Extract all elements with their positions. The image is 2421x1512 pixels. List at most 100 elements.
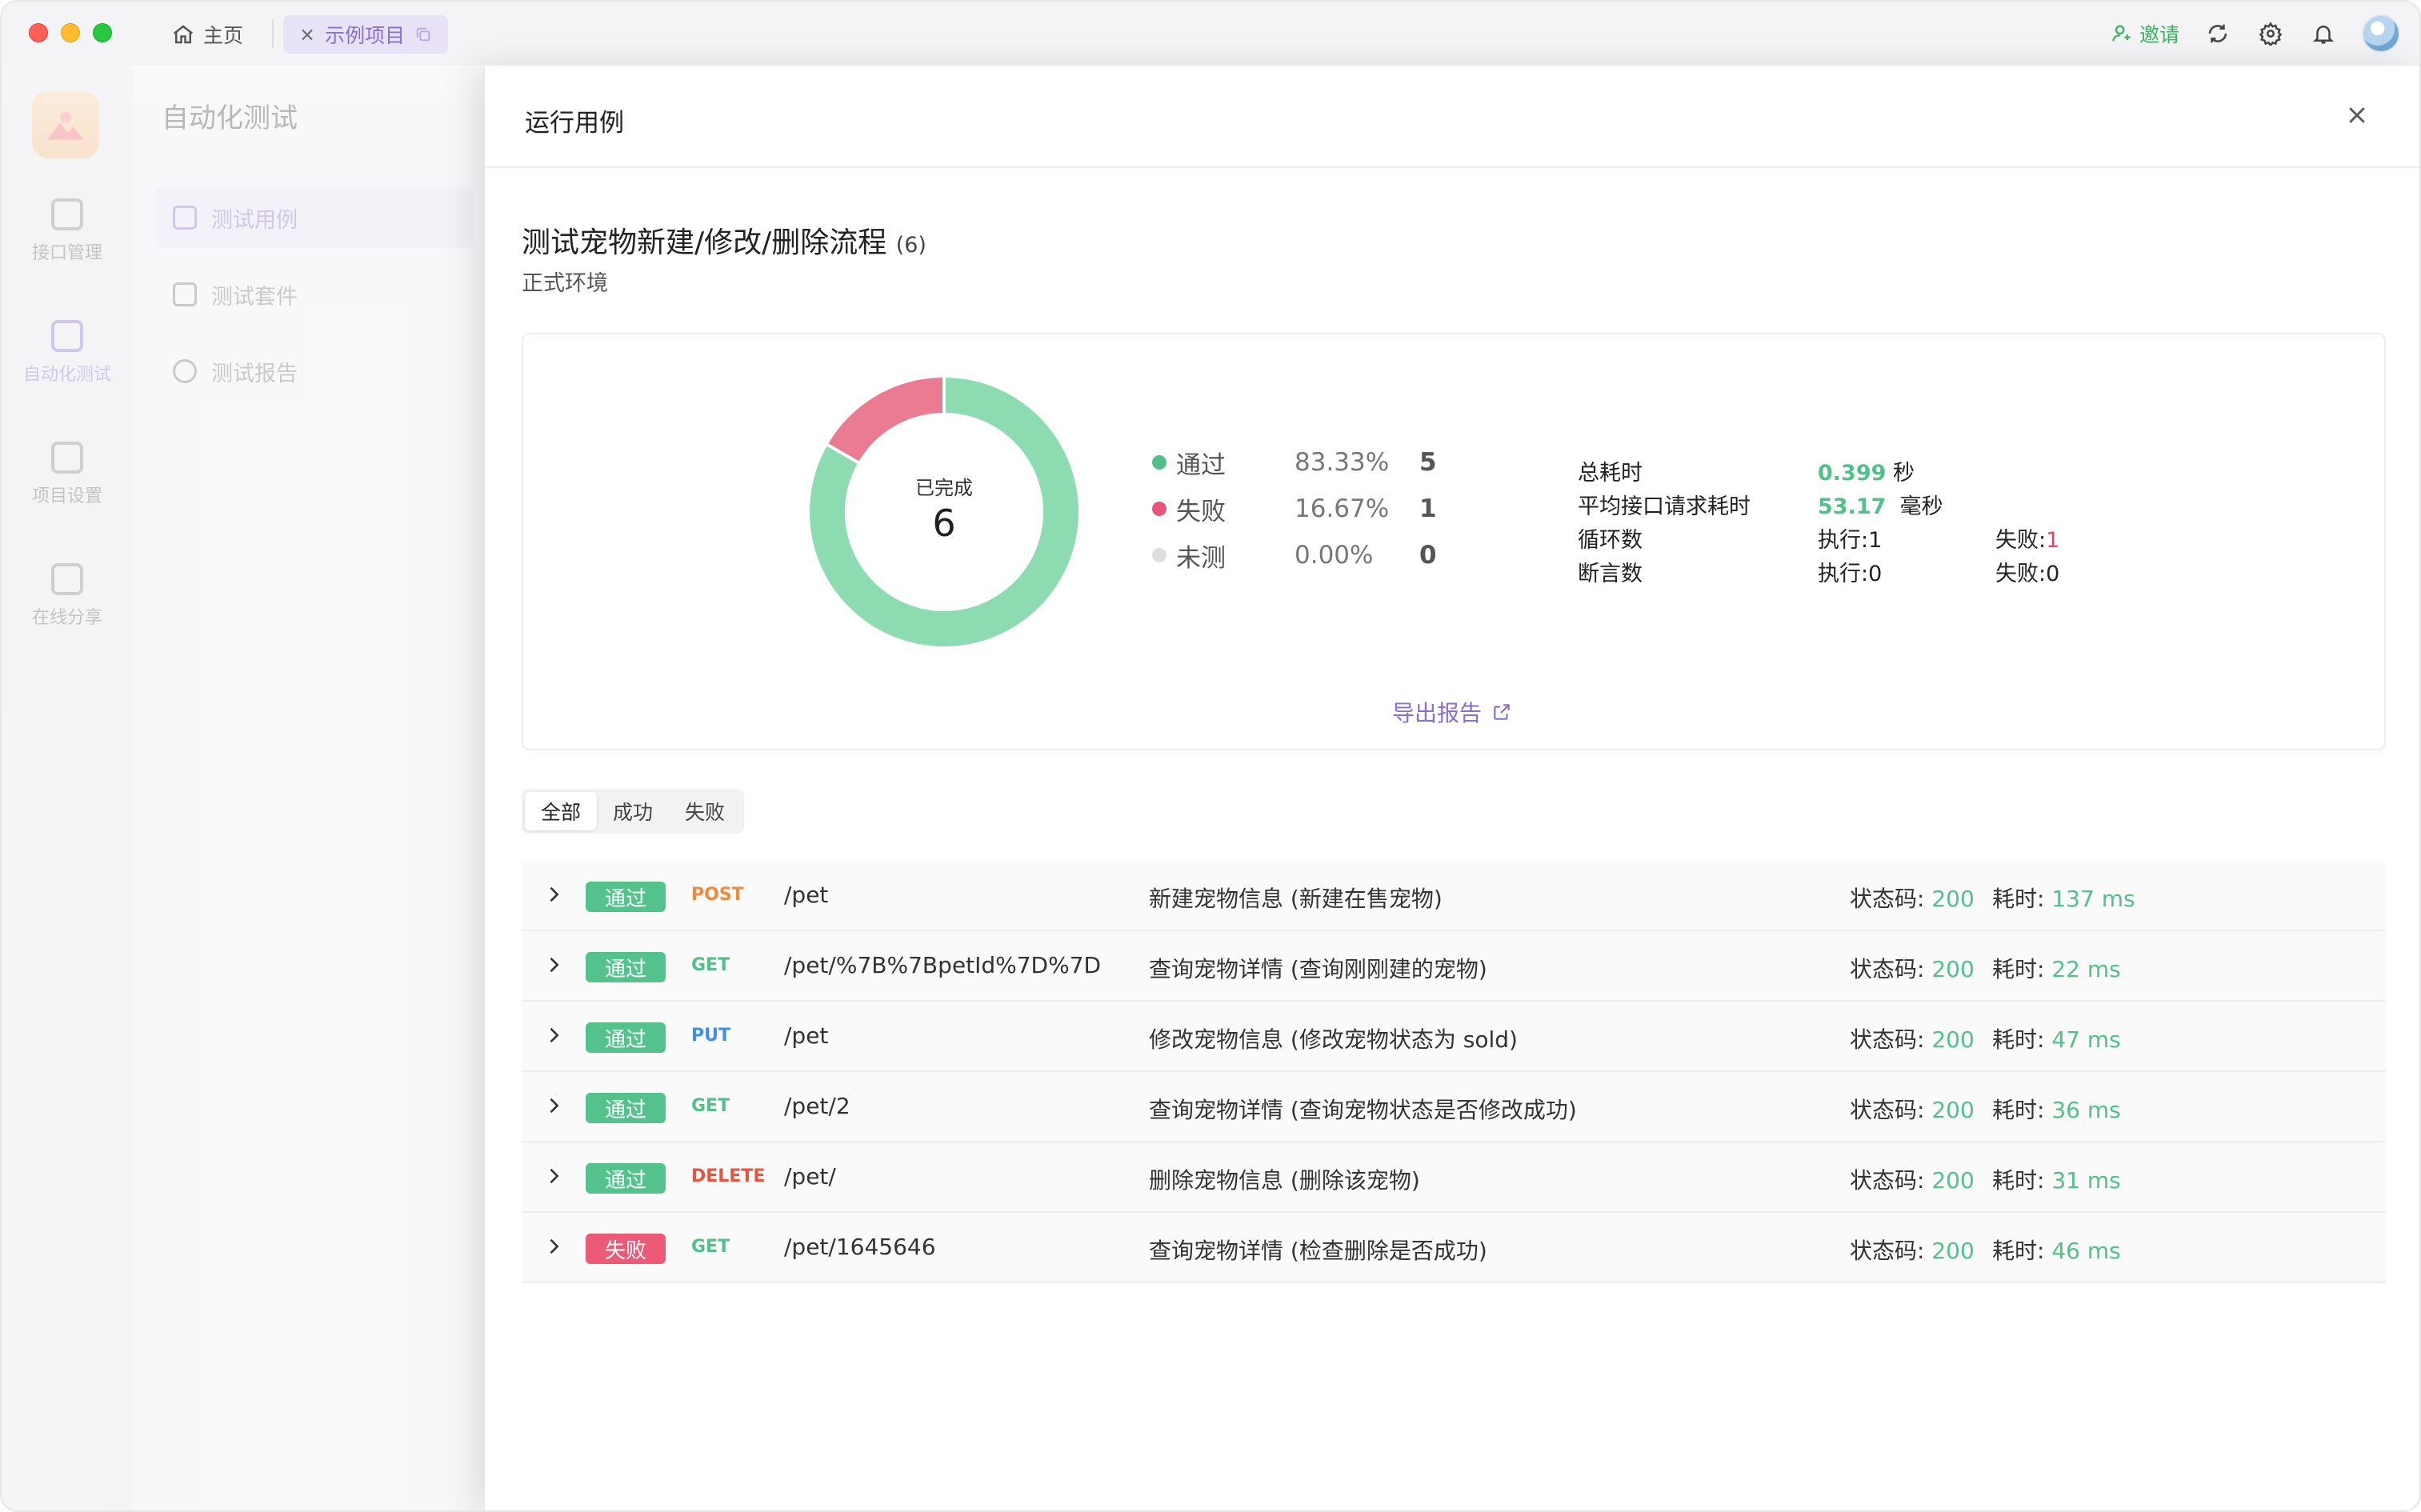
tab-close-icon[interactable]: × (299, 23, 315, 46)
status-badge: 通过 (586, 882, 666, 912)
status-code-label: 状态码: (1850, 956, 1932, 982)
nav-item-api[interactable]: 接口管理 (2, 198, 133, 264)
sidebar-item-test-suites[interactable]: 测试套件 (155, 264, 475, 325)
table-row[interactable]: 通过 PUT/pet 修改宠物信息 (修改宠物状态为 sold) 状态码: 200 耗时… (522, 1002, 2386, 1072)
status-code-label: 状态码: (1850, 1026, 1932, 1053)
status-code: 状态码: 200 (1850, 882, 1975, 914)
status-badge: 通过 (586, 1163, 666, 1194)
request-path: /pet/ (784, 1163, 836, 1190)
sidebar-item-label: 测试报告 (211, 361, 298, 386)
table-row[interactable]: 通过 DELETE/pet/删除宠物信息 (删除该宠物) 状态码: 200 耗时: 3… (522, 1142, 2386, 1213)
legend-percent: 83.33% (1295, 448, 1390, 477)
request-description: 新建宠物信息 (新建在售宠物) (1149, 886, 1443, 912)
app-window: 主页 × 示例项目 邀请 接口管理 自动化测试 项目设置 在线分享 自动化测试 … (0, 0, 2421, 1512)
sidebar-item-test-cases[interactable]: 测试用例 (155, 187, 475, 248)
nav-item-share[interactable]: 在线分享 (2, 563, 133, 629)
elapsed-time-label: 耗时: (1992, 1026, 2052, 1053)
request-path: /pet/2 (784, 1093, 850, 1119)
sync-icon (2208, 24, 2227, 43)
table-row[interactable]: 失败 GET/pet/1645646 查询宠物详情 (检查删除是否成功) 状态码: 2… (522, 1213, 2386, 1283)
drawer-close-button[interactable] (2339, 98, 2375, 133)
donut-center-label: 已完成 (915, 476, 973, 499)
http-method: DELETE (691, 1166, 766, 1186)
request-description: 查询宠物详情 (查询宠物状态是否修改成功) (1149, 1097, 1577, 1123)
http-method: GET (691, 955, 730, 975)
elapsed-time: 耗时: 47 ms (1992, 1022, 2121, 1054)
sidebar-item-test-reports[interactable]: 测试报告 (155, 341, 475, 402)
request-path: /pet/%7B%7BpetId%7D%7D (784, 952, 1102, 978)
elapsed-time: 耗时: 22 ms (1992, 952, 2121, 984)
status-badge: 失败 (586, 1234, 666, 1264)
total-time-unit: 秒 (1893, 460, 1915, 486)
maximize-window-button[interactable] (93, 23, 112, 42)
tab-divider (272, 19, 274, 48)
nav-item-settings[interactable]: 项目设置 (2, 442, 133, 507)
legend-name: 通过 (1176, 450, 1226, 480)
legend-fail: 失败 16.67% 1 (1152, 493, 1437, 526)
test-suite-icon (173, 282, 197, 306)
status-code-label: 状态码: (1850, 1167, 1932, 1194)
http-method: POST (691, 885, 744, 905)
tab-project[interactable]: × 示例项目 (283, 15, 449, 54)
loop-fail-label: 失败: (1995, 527, 2047, 553)
status-code: 状态码: 200 (1850, 952, 1975, 984)
environment-label: 正式环境 (522, 271, 608, 296)
status-code-label: 状态码: (1850, 1097, 1932, 1123)
elapsed-time-label: 耗时: (1992, 956, 2052, 982)
donut-center: 已完成 6 (808, 376, 1080, 648)
invite-button[interactable]: 邀请 (2111, 19, 2179, 48)
case-title: 测试宠物新建/修改/删除流程 (6) (522, 219, 926, 261)
chevron-right-icon[interactable] (542, 1094, 565, 1117)
legend-count: 1 (1419, 494, 1437, 523)
tab-home[interactable]: 主页 (171, 16, 243, 53)
table-row[interactable]: 通过 GET/pet/%7B%7BpetId%7D%7D 查询宠物详情 (查询刚刚建… (522, 931, 2386, 1002)
elapsed-time: 耗时: 46 ms (1992, 1234, 2121, 1266)
gear-icon (2259, 22, 2283, 46)
elapsed-time-value: 137 ms (2051, 886, 2135, 912)
total-time-value: 0.399 (1818, 460, 1887, 486)
filter-failed[interactable]: 失败 (669, 792, 741, 830)
sync-button[interactable] (2203, 19, 2232, 48)
avg-time-unit: 毫秒 (1899, 494, 1943, 519)
elapsed-time: 耗时: 36 ms (1992, 1093, 2121, 1125)
request-path: /pet/1645646 (784, 1234, 936, 1260)
share-icon (51, 563, 83, 595)
nav-item-label: 接口管理 (31, 243, 102, 263)
table-row[interactable]: 通过 POST/pet 新建宠物信息 (新建在售宠物) 状态码: 200 耗时: 137… (522, 861, 2386, 931)
copy-icon[interactable] (414, 26, 432, 43)
title-bar: 主页 × 示例项目 邀请 (2, 2, 2419, 66)
status-code: 状态码: 200 (1850, 1234, 1975, 1266)
minimize-window-button[interactable] (61, 23, 80, 42)
filter-all[interactable]: 全部 (525, 792, 598, 830)
export-report-link[interactable]: 导出报告 (1392, 696, 1512, 728)
chevron-right-icon[interactable] (542, 883, 565, 906)
chevron-right-icon[interactable] (542, 954, 565, 976)
filter-success[interactable]: 成功 (597, 792, 669, 830)
request-description: 删除宠物信息 (删除该宠物) (1149, 1167, 1420, 1194)
avatar[interactable] (2362, 14, 2400, 53)
notifications-button[interactable] (2309, 19, 2338, 48)
app-logo (32, 91, 99, 158)
tab-home-label: 主页 (203, 24, 244, 47)
request-description: 查询宠物详情 (查询刚刚建的宠物) (1149, 956, 1487, 982)
legend-name: 未测 (1176, 543, 1226, 573)
status-code-label: 状态码: (1850, 1238, 1932, 1264)
close-window-button[interactable] (29, 23, 48, 42)
chevron-right-icon[interactable] (542, 1165, 565, 1187)
nav-item-automation[interactable]: 自动化测试 (2, 320, 133, 386)
status-code: 状态码: 200 (1850, 1163, 1975, 1195)
case-name: 测试宠物新建/修改/删除流程 (522, 226, 887, 259)
nav-item-label: 项目设置 (31, 486, 102, 506)
drawer-title: 运行用例 (525, 109, 624, 138)
loop-exec: 执行:1 (1818, 527, 1883, 553)
status-code: 状态码: 200 (1850, 1022, 1975, 1054)
chevron-right-icon[interactable] (542, 1235, 565, 1258)
request-path: /pet (784, 882, 829, 908)
chevron-right-icon[interactable] (542, 1024, 565, 1046)
run-case-drawer: 运行用例 测试宠物新建/修改/删除流程 (6) 正式环境 已完成 6 通过 83… (485, 66, 2419, 1510)
elapsed-time-value: 36 ms (2051, 1097, 2121, 1123)
nav-item-label: 在线分享 (31, 608, 102, 628)
status-badge: 通过 (586, 1093, 666, 1123)
table-row[interactable]: 通过 GET/pet/2 查询宠物详情 (查询宠物状态是否修改成功) 状态码: 200… (522, 1072, 2386, 1142)
settings-button[interactable] (2256, 19, 2285, 48)
